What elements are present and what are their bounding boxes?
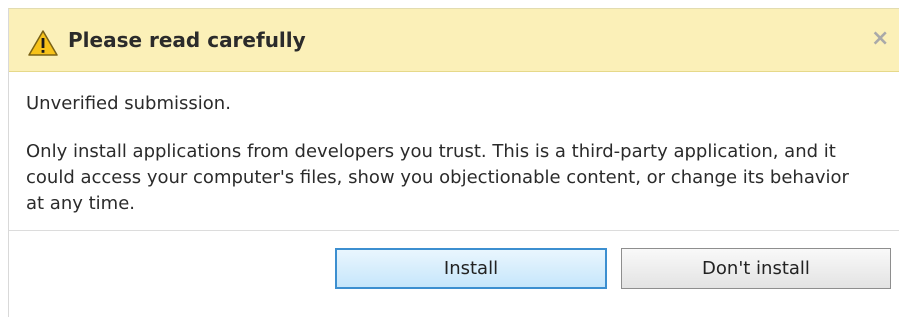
warning-triangle-icon — [28, 30, 58, 56]
dialog-message: Only install applications from developer… — [26, 141, 849, 214]
install-button[interactable]: Install — [335, 248, 607, 289]
dialog-title: Please read carefully — [68, 28, 306, 52]
dialog-header: Please read carefully × — [9, 9, 899, 72]
warning-dialog: Please read carefully × Unverified submi… — [8, 8, 899, 317]
divider — [9, 230, 899, 231]
dont-install-button[interactable]: Don't install — [621, 248, 891, 289]
dialog-subtitle: Unverified submission. — [26, 93, 231, 114]
close-icon[interactable]: × — [871, 26, 889, 52]
